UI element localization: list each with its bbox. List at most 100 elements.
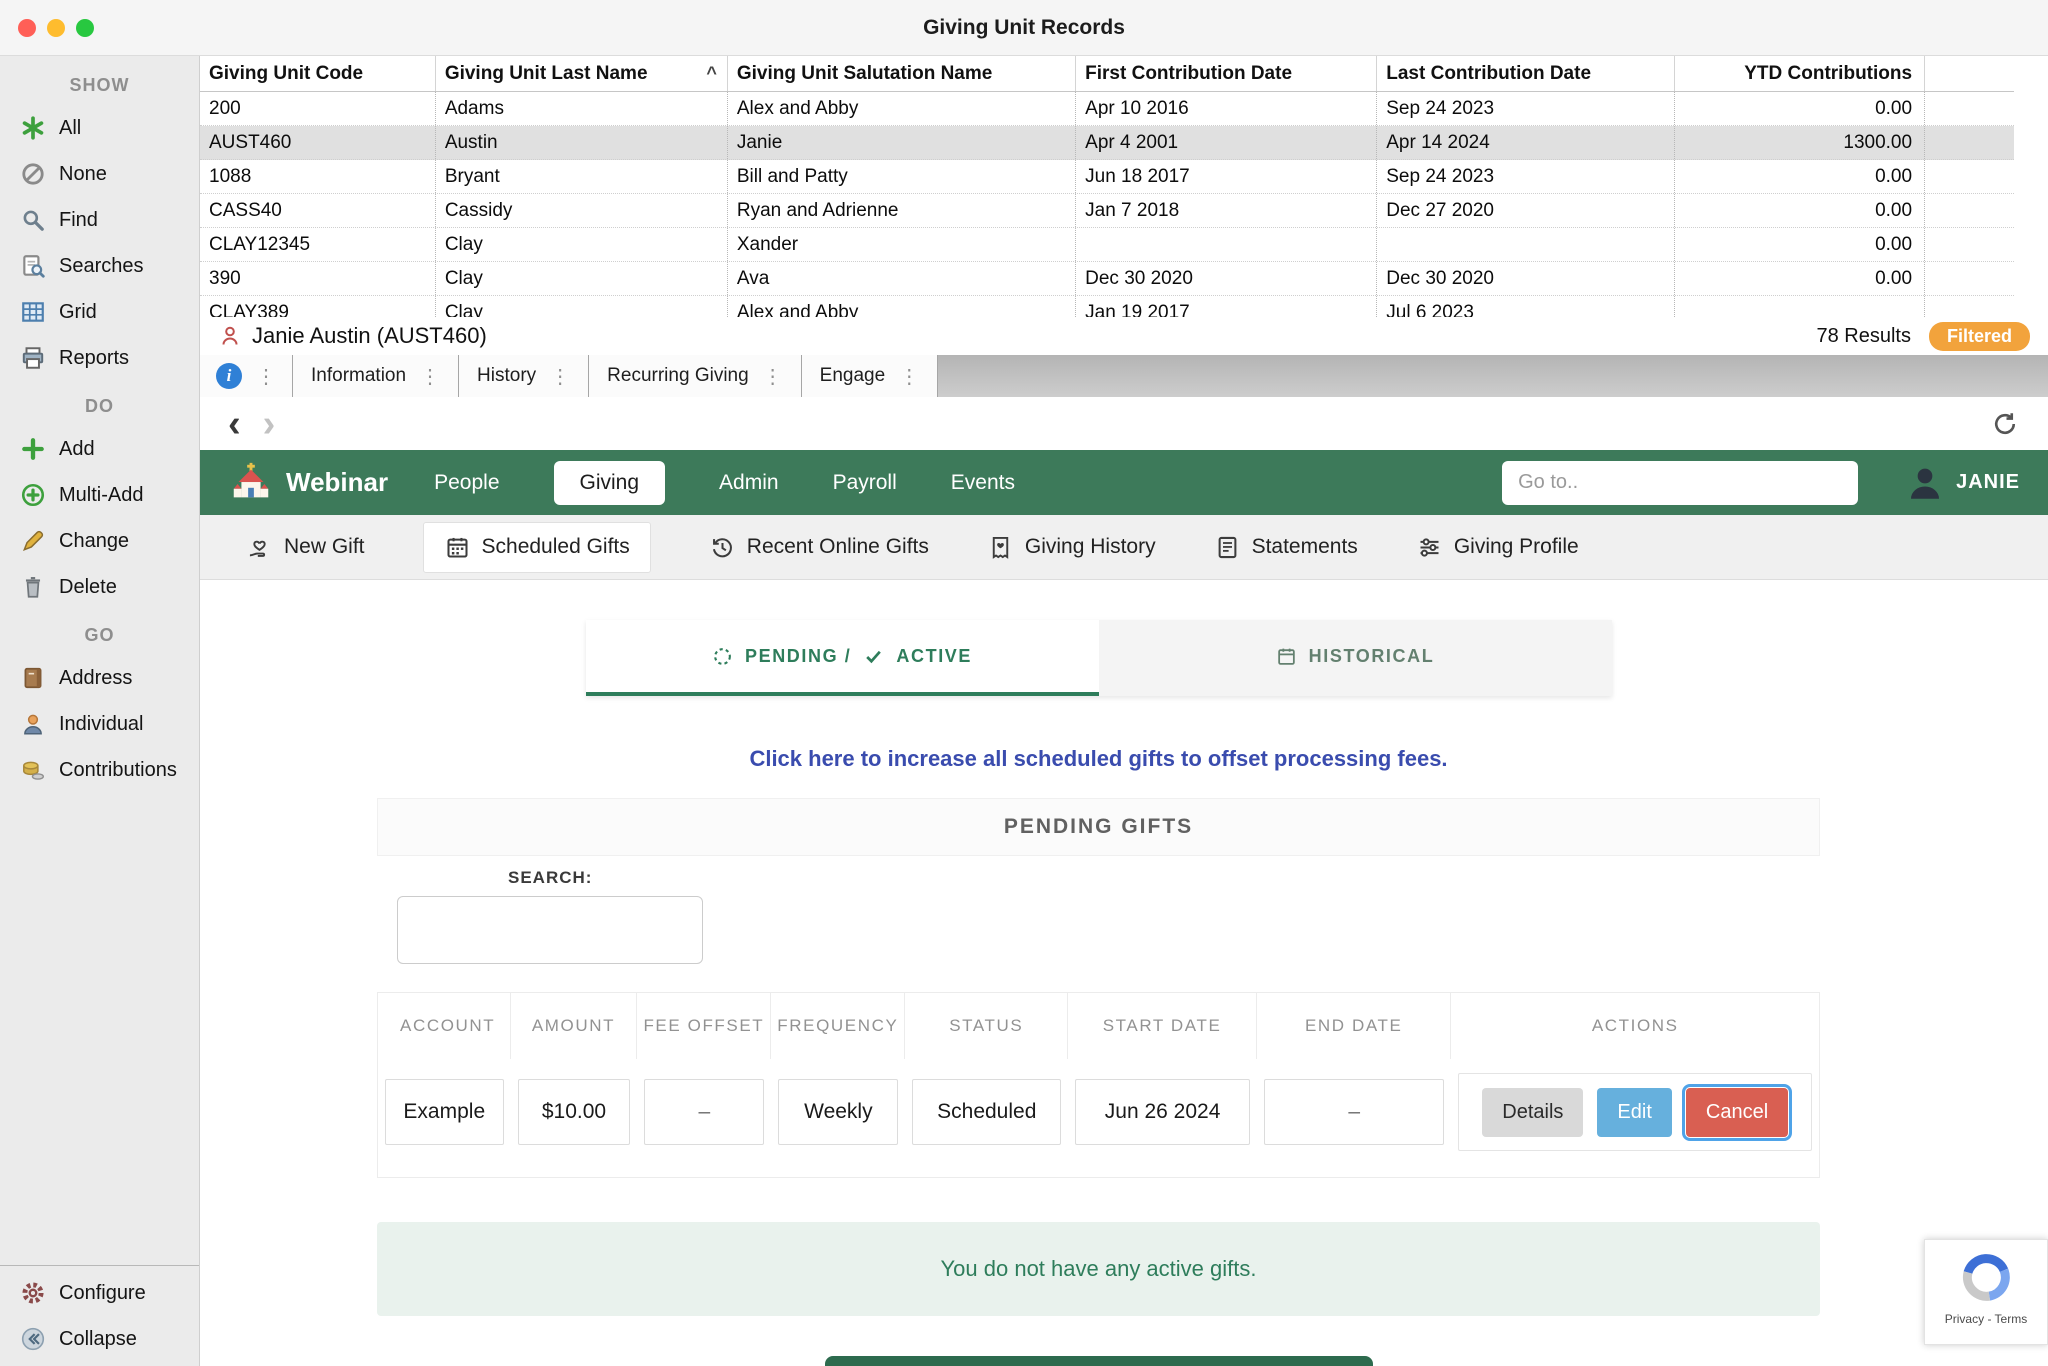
sidebar-item-contributions[interactable]: Contributions <box>0 747 199 793</box>
tab-menu-icon[interactable]: ⋮ <box>420 364 440 389</box>
table-row[interactable]: 1088 Bryant Bill and Patty Jun 18 2017 S… <box>200 160 2014 194</box>
edit-button[interactable]: Edit <box>1597 1088 1671 1137</box>
tab-historical[interactable]: HISTORICAL <box>1099 620 1612 696</box>
sidebar-item-individual[interactable]: Individual <box>0 701 199 747</box>
sliders-icon <box>1416 534 1443 561</box>
tab-information[interactable]: Information ⋮ <box>293 355 459 397</box>
column-header-first-contribution[interactable]: First Contribution Date <box>1076 56 1377 91</box>
cell-lastname: Clay <box>436 228 728 261</box>
window-title: Giving Unit Records <box>0 16 2048 40</box>
cell-first-contribution: Jun 18 2017 <box>1076 160 1377 193</box>
sidebar-item-reports[interactable]: Reports <box>0 335 199 381</box>
cell-lastname: Cassidy <box>436 194 728 227</box>
forward-icon[interactable]: › <box>263 405 276 443</box>
nav-admin[interactable]: Admin <box>719 471 779 495</box>
nav-giving[interactable]: Giving <box>554 461 666 505</box>
cell-salutation: Alex and Abby <box>728 296 1076 317</box>
sidebar-item-collapse[interactable]: Collapse <box>0 1316 199 1362</box>
person-icon <box>20 711 46 737</box>
sidebar-item-searches[interactable]: Searches <box>0 243 199 289</box>
sort-ascending-icon: ^ <box>706 63 717 84</box>
tab-menu-icon[interactable]: ⋮ <box>899 364 919 389</box>
column-header-label: Giving Unit Last Name <box>445 63 648 85</box>
sidebar-item-label: Individual <box>59 713 144 736</box>
gift-account: Example <box>385 1079 504 1145</box>
cell-ytd <box>1675 296 1925 317</box>
sidebar-item-none[interactable]: None <box>0 151 199 197</box>
tab-menu-icon[interactable]: ⋮ <box>256 364 276 389</box>
sidebar-item-label: Collapse <box>59 1328 137 1351</box>
user-name[interactable]: JANIE <box>1956 471 2020 494</box>
sidebar-item-configure[interactable]: Configure <box>0 1270 199 1316</box>
cancel-button[interactable]: Cancel <box>1686 1088 1788 1137</box>
column-header-lastname[interactable]: Giving Unit Last Name ^ <box>436 56 728 91</box>
cell-salutation: Xander <box>728 228 1076 261</box>
tab-pending-active[interactable]: PENDING / ACTIVE <box>586 620 1099 696</box>
subnav-statements[interactable]: Statements <box>1214 534 1358 561</box>
tab-label: ACTIVE <box>896 646 972 667</box>
column-header-ytd[interactable]: YTD Contributions <box>1675 56 1925 91</box>
cell-filler <box>1925 194 2014 227</box>
tab-info[interactable]: i ⋮ <box>200 355 293 397</box>
selected-record-bar: Janie Austin (AUST460) 78 Results Filter… <box>200 317 2048 355</box>
create-new-gift-button[interactable]: CREATE NEW GIFT <box>825 1356 1373 1366</box>
sidebar-section-go: GO <box>0 610 199 655</box>
nav-events[interactable]: Events <box>951 471 1015 495</box>
search-area: SEARCH: <box>377 856 1820 968</box>
sidebar-item-add[interactable]: Add <box>0 426 199 472</box>
gift-col-frequency: FREQUENCY <box>771 993 905 1059</box>
column-header-code[interactable]: Giving Unit Code <box>200 56 436 91</box>
refresh-icon[interactable] <box>1990 409 2020 439</box>
cell-ytd: 0.00 <box>1675 262 1925 295</box>
table-row[interactable]: CLAY12345 Clay Xander 0.00 <box>200 228 2014 262</box>
subnav-giving-profile[interactable]: Giving Profile <box>1416 534 1579 561</box>
table-row[interactable]: 200 Adams Alex and Abby Apr 10 2016 Sep … <box>200 92 2014 126</box>
column-header-last-contribution[interactable]: Last Contribution Date <box>1377 56 1674 91</box>
fee-offset-link[interactable]: Click here to increase all scheduled gif… <box>377 746 1820 772</box>
table-row[interactable]: 390 Clay Ava Dec 30 2020 Dec 30 2020 0.0… <box>200 262 2014 296</box>
search-input[interactable] <box>397 896 703 964</box>
tab-menu-icon[interactable]: ⋮ <box>763 364 783 389</box>
column-header-salutation[interactable]: Giving Unit Salutation Name <box>728 56 1076 91</box>
details-button[interactable]: Details <box>1482 1088 1583 1137</box>
trash-icon <box>20 574 46 600</box>
sidebar-item-change[interactable]: Change <box>0 518 199 564</box>
cell-code: CASS40 <box>200 194 436 227</box>
nav-people[interactable]: People <box>434 471 499 495</box>
subnav-giving-history[interactable]: Giving History <box>987 534 1156 561</box>
sidebar-item-delete[interactable]: Delete <box>0 564 199 610</box>
sidebar-item-find[interactable]: Find <box>0 197 199 243</box>
gift-amount: $10.00 <box>518 1079 631 1145</box>
sidebar-item-grid[interactable]: Grid <box>0 289 199 335</box>
tab-recurring-giving[interactable]: Recurring Giving ⋮ <box>589 355 802 397</box>
filtered-badge[interactable]: Filtered <box>1929 322 2030 351</box>
avatar-icon[interactable] <box>1904 462 1946 504</box>
table-row-selected[interactable]: AUST460 Austin Janie Apr 4 2001 Apr 14 2… <box>200 126 2014 160</box>
selected-record-name: Janie Austin (AUST460) <box>252 323 487 349</box>
gift-actions: Details Edit Cancel <box>1458 1073 1811 1151</box>
tab-menu-icon[interactable]: ⋮ <box>550 364 570 389</box>
subnav-new-gift[interactable]: New Gift <box>246 534 365 561</box>
tab-engage[interactable]: Engage ⋮ <box>802 355 939 397</box>
gear-icon <box>20 1280 46 1306</box>
recaptcha-badge[interactable]: Privacy - Terms <box>1924 1239 2048 1345</box>
sidebar-item-label: Change <box>59 530 129 553</box>
recaptcha-privacy-terms[interactable]: Privacy - Terms <box>1945 1312 2027 1326</box>
window-titlebar: Giving Unit Records <box>0 0 2048 56</box>
sidebar-item-all[interactable]: All <box>0 105 199 151</box>
sidebar-item-multi-add[interactable]: Multi-Add <box>0 472 199 518</box>
goto-input[interactable] <box>1502 461 1858 505</box>
sidebar-item-address[interactable]: Address <box>0 655 199 701</box>
back-icon[interactable]: ‹ <box>228 405 241 443</box>
search-icon <box>20 207 46 233</box>
tab-history[interactable]: History ⋮ <box>459 355 589 397</box>
table-row[interactable]: CASS40 Cassidy Ryan and Adrienne Jan 7 2… <box>200 194 2014 228</box>
subnav-recent-online-gifts[interactable]: Recent Online Gifts <box>709 534 929 561</box>
cell-first-contribution: Apr 4 2001 <box>1076 126 1377 159</box>
subnav-scheduled-gifts[interactable]: Scheduled Gifts <box>423 522 651 573</box>
nav-payroll[interactable]: Payroll <box>833 471 897 495</box>
document-icon <box>1214 534 1241 561</box>
table-row[interactable]: CLAY389 Clay Alex and Abby Jan 19 2017 J… <box>200 296 2014 317</box>
gift-row: Example $10.00 – Weekly Scheduled Jun 26… <box>378 1059 1819 1177</box>
subnav-label: Scheduled Gifts <box>482 535 630 559</box>
